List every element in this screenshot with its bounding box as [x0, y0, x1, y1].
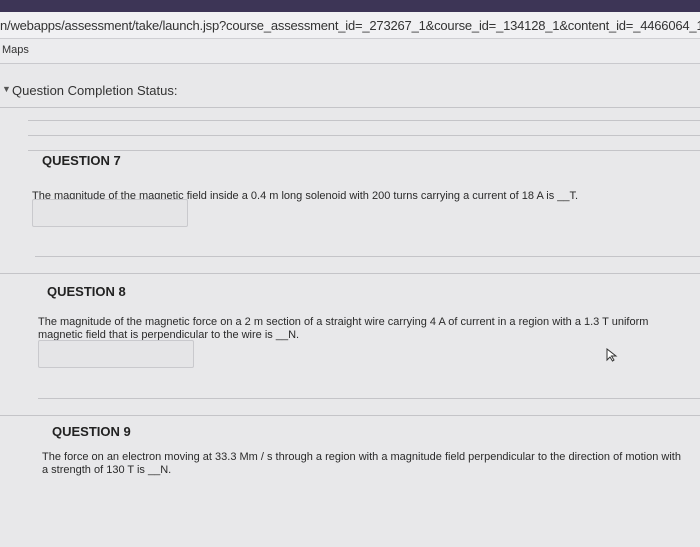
- question-8-title: QUESTION 8: [47, 284, 126, 299]
- question-7-title: QUESTION 7: [42, 153, 121, 168]
- question-9-text: The force on an electron moving at 33.3 …: [42, 451, 681, 476]
- mouse-cursor-icon: [606, 348, 618, 362]
- divider: [0, 273, 700, 274]
- address-bar[interactable]: n/webapps/assessment/take/launch.jsp?cou…: [0, 12, 700, 39]
- status-label: Question Completion Status:: [12, 83, 178, 98]
- question-9-title: QUESTION 9: [52, 424, 131, 439]
- divider: [28, 120, 700, 121]
- divider: [35, 256, 700, 257]
- question-8-text: The magnitude of the magnetic force on a…: [38, 316, 649, 341]
- divider: [28, 135, 700, 136]
- divider: [28, 150, 700, 151]
- question-7-answer-input[interactable]: [32, 199, 188, 227]
- collapse-chevron-icon[interactable]: ▼: [2, 84, 11, 94]
- url-text[interactable]: n/webapps/assessment/take/launch.jsp?cou…: [0, 18, 700, 33]
- divider: [0, 107, 700, 108]
- assessment-content: ▼ Question Completion Status: QUESTION 7…: [0, 64, 700, 547]
- bookmarks-bar: Maps: [0, 39, 700, 64]
- divider: [0, 415, 700, 416]
- question-8-answer-input[interactable]: [38, 340, 194, 368]
- question-completion-status[interactable]: ▼ Question Completion Status:: [0, 78, 700, 104]
- divider: [38, 398, 700, 399]
- bookmark-maps[interactable]: Maps: [2, 44, 29, 56]
